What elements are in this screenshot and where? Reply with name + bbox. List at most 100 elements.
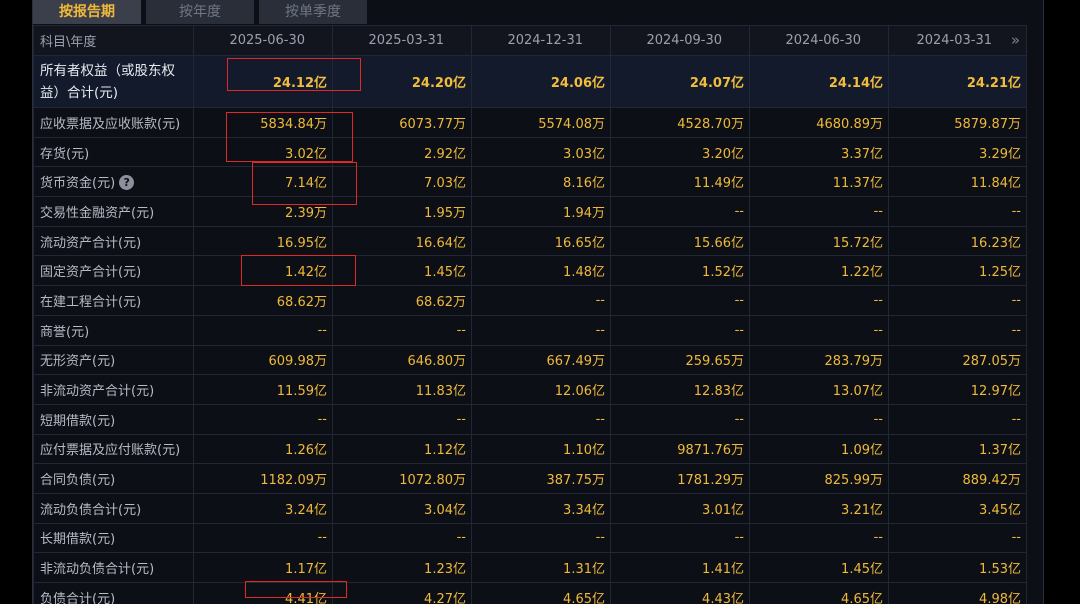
row-label-text: 短期借款(元) [40, 413, 116, 429]
value-cell: 1.12亿 [332, 433, 472, 465]
value-cell: 16.64亿 [332, 225, 472, 257]
value-cell: -- [332, 403, 472, 435]
row-label: 应付票据及应付账款(元) [33, 433, 194, 465]
value-cell: 3.03亿 [471, 136, 611, 168]
value-cell: -- [610, 196, 750, 227]
row-label-text: 应付票据及应付账款(元) [40, 443, 181, 459]
value-cell: -- [610, 522, 750, 554]
value-cell: 16.95亿 [193, 225, 333, 257]
row-label: 流动资产合计(元) [33, 225, 194, 257]
table-row: 应收票据及应收账款(元) 5834.84万 6073.77万 5574.08万 4528… [33, 107, 1027, 138]
value-cell: 1.31亿 [471, 552, 611, 583]
value-cell: 11.59亿 [193, 374, 333, 405]
value-cell: 11.83亿 [332, 374, 472, 405]
value-cell: 7.14亿 [193, 166, 333, 198]
row-label: 流动负债合计(元) [33, 492, 194, 524]
table-row: 固定资产合计(元) 1.42亿 1.45亿 1.48亿 1.52亿 1.22亿 1.25亿 [33, 255, 1027, 287]
value-cell: 2.92亿 [332, 136, 472, 168]
value-cell: 4528.70万 [610, 107, 750, 138]
header-period: 2024-06-30 [749, 25, 889, 56]
row-label: 非流动资产合计(元) [33, 374, 194, 405]
row-label: 存货(元) [33, 136, 194, 168]
value-cell: -- [749, 314, 889, 346]
value-cell: -- [749, 285, 889, 316]
value-cell: 3.01亿 [610, 492, 750, 524]
value-cell: 4.43亿 [610, 582, 750, 604]
value-cell: 15.66亿 [610, 225, 750, 257]
tab-by-report-period[interactable]: 按报告期 [33, 0, 141, 24]
value-cell: 11.84亿 [888, 166, 1027, 198]
row-label: 无形资产(元) [33, 344, 194, 376]
row-label-text: 负债合计(元) [40, 591, 116, 604]
value-cell: 68.62万 [193, 285, 333, 316]
value-cell: -- [471, 403, 611, 435]
row-label-text: 流动负债合计(元) [40, 502, 142, 518]
value-cell: 4.65亿 [749, 582, 889, 604]
value-cell: -- [610, 285, 750, 316]
header-period: 2025-03-31 [332, 25, 472, 56]
row-label: 非流动负债合计(元) [33, 552, 194, 583]
value-cell: -- [471, 285, 611, 316]
row-label-text: 长期借款(元) [40, 532, 116, 548]
value-cell: 12.06亿 [471, 374, 611, 405]
row-label-text: 固定资产合计(元) [40, 265, 142, 281]
value-cell: -- [471, 314, 611, 346]
header-period-label: 2024-03-31 [916, 33, 992, 48]
row-label-text: 货币资金(元) [40, 176, 116, 192]
value-cell: 4.98亿 [888, 582, 1027, 604]
value-cell: 1.45亿 [332, 255, 472, 287]
value-cell: 3.29亿 [888, 136, 1027, 168]
value-cell: 6073.77万 [332, 107, 472, 138]
value-cell: -- [888, 314, 1027, 346]
value-cell: 667.49万 [471, 344, 611, 376]
value-cell: -- [749, 522, 889, 554]
value-cell: 24.14亿 [749, 55, 889, 108]
tab-by-year[interactable]: 按年度 [146, 0, 254, 24]
row-label-text: 在建工程合计(元) [40, 294, 142, 310]
value-cell: 609.98万 [193, 344, 333, 376]
value-cell: 889.42万 [888, 463, 1027, 494]
app-frame: 按报告期 按年度 按单季度 科目\年度 2025-06-30 2025-03-3… [0, 0, 1080, 604]
value-cell: 3.37亿 [749, 136, 889, 168]
value-cell: 5574.08万 [471, 107, 611, 138]
value-cell: 1.45亿 [749, 552, 889, 583]
value-cell: -- [471, 522, 611, 554]
header-period: 2024-09-30 [610, 25, 750, 56]
value-cell: 3.45亿 [888, 492, 1027, 524]
help-icon[interactable]: ? [119, 175, 135, 191]
period-tabs: 按报告期 按年度 按单季度 [33, 0, 372, 24]
value-cell: -- [332, 522, 472, 554]
value-cell: 68.62万 [332, 285, 472, 316]
value-cell: -- [610, 403, 750, 435]
value-cell: 1.37亿 [888, 433, 1027, 465]
value-cell: -- [888, 522, 1027, 554]
chevron-right-double-icon[interactable]: » [1011, 31, 1020, 49]
table-row: 货币资金(元)? 7.14亿 7.03亿 8.16亿 11.49亿 11.37亿 11.84… [33, 166, 1027, 198]
header-subject: 科目\年度 [33, 25, 194, 56]
value-cell: 9871.76万 [610, 433, 750, 465]
value-cell: 1.53亿 [888, 552, 1027, 583]
table-row: 所有者权益（或股东权益）合计(元) 24.12亿 24.20亿 24.06亿 24.07… [33, 55, 1027, 108]
row-label: 短期借款(元) [33, 403, 194, 435]
value-cell: 11.37亿 [749, 166, 889, 198]
row-label-text: 非流动资产合计(元) [40, 384, 155, 400]
row-label: 合同负债(元) [33, 463, 194, 494]
table-row: 流动负债合计(元) 3.24亿 3.04亿 3.34亿 3.01亿 3.21亿 3.45亿 [33, 492, 1027, 524]
value-cell: 13.07亿 [749, 374, 889, 405]
value-cell: -- [749, 196, 889, 227]
tab-by-quarter[interactable]: 按单季度 [259, 0, 367, 24]
value-cell: 8.16亿 [471, 166, 611, 198]
value-cell: 1.95万 [332, 196, 472, 227]
value-cell: 16.65亿 [471, 225, 611, 257]
value-cell: 1072.80万 [332, 463, 472, 494]
table-row: 在建工程合计(元) 68.62万 68.62万 -- -- -- -- [33, 285, 1027, 316]
value-cell: 825.99万 [749, 463, 889, 494]
row-label-text: 流动资产合计(元) [40, 235, 142, 251]
row-label-text: 非流动负债合计(元) [40, 562, 155, 578]
table-row: 非流动资产合计(元) 11.59亿 11.83亿 12.06亿 12.83亿 13.07亿… [33, 374, 1027, 405]
value-cell: 3.02亿 [193, 136, 333, 168]
value-cell: 1.09亿 [749, 433, 889, 465]
header-row: 科目\年度 2025-06-30 2025-03-31 2024-12-31 2… [33, 25, 1027, 56]
value-cell: -- [749, 403, 889, 435]
value-cell: 4.27亿 [332, 582, 472, 604]
